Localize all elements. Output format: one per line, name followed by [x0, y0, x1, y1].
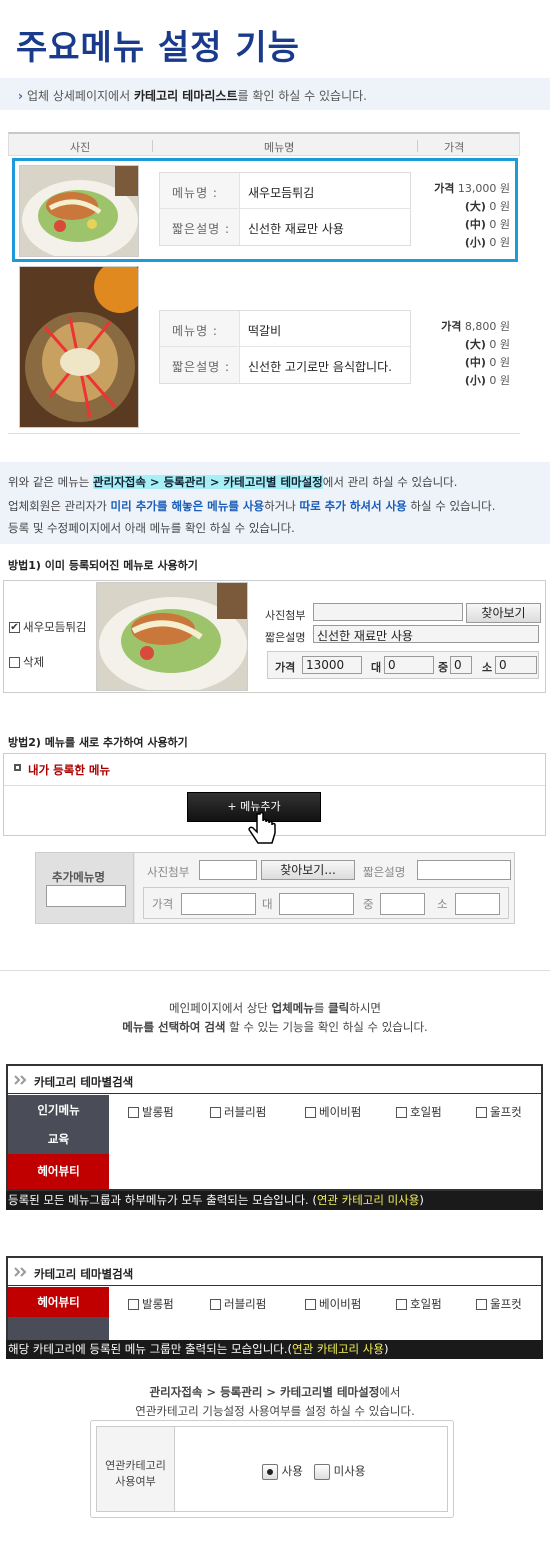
category-search-panel: 카테고리 테마별검색 인기메뉴 교육 헤어뷰티 발롱펌 러블리펌 베이비펌 호일… — [6, 1064, 543, 1191]
food-photo — [19, 266, 139, 428]
food-photo — [19, 165, 139, 257]
desc-label: 짧은설명 — [363, 865, 406, 879]
photo-label: 사진첨부 — [265, 609, 306, 622]
photo-label: 사진첨부 — [147, 865, 190, 879]
my-menu-title: 내가 등록한 메뉴 — [28, 763, 111, 777]
price-block: 가격 8,800 원 (大) 0 원 (中) 0 원 (小) 0 원 — [441, 320, 510, 387]
menu-checkbox[interactable]: ✔ 새우모듬튀김 — [9, 619, 86, 635]
desc-value: 신선한 고기로만 음식합니다. — [248, 360, 392, 374]
desc-label: 짧은설명 : — [172, 360, 231, 374]
browse-button[interactable]: 찾아보기 — [466, 603, 541, 623]
header-photo: 사진 — [70, 141, 91, 154]
menu-name-value: 떡갈비 — [248, 324, 282, 338]
desc-value: 신선한 재료만 사용 — [248, 222, 344, 236]
medium-price-input[interactable]: 0 — [450, 656, 472, 674]
method2-box: 내가 등록한 메뉴 + 메뉴추가 — [3, 753, 546, 844]
option-checkbox[interactable]: 베이비펌 — [305, 1296, 361, 1312]
menu-info-box: 메뉴명 : 새우모듬튀김 짧은설명 : 신선한 재료만 사용 — [159, 172, 411, 246]
new-menu-input[interactable] — [46, 885, 126, 907]
option-checkbox[interactable]: 러블리펌 — [210, 1104, 266, 1120]
menu-name-label: 메뉴명 : — [172, 324, 218, 338]
table-header: 사진 메뉴명 가격 — [8, 132, 520, 156]
menu-photo — [96, 582, 248, 691]
small-price-input[interactable]: 0 — [495, 656, 537, 674]
category-search-panel: 카테고리 테마별검색 헤어뷰티 발롱펌 러블리펌 베이비펌 호일펌 울프컷 — [6, 1256, 543, 1342]
medium-price-input[interactable] — [380, 893, 425, 915]
option-checkbox[interactable]: 울프컷 — [476, 1104, 522, 1120]
option-checkbox[interactable]: 발롱펌 — [128, 1296, 174, 1312]
option-checkbox[interactable]: 러블리펌 — [210, 1296, 266, 1312]
setting-label: 연관카테고리 — [105, 1459, 166, 1472]
arrow-icon: › — [18, 89, 23, 103]
intro-suffix: 를 확인 하실 수 있습니다. — [237, 89, 367, 103]
nouse-radio[interactable]: 미사용 — [314, 1463, 365, 1480]
desc-label: 짧은설명 — [265, 631, 306, 644]
browse-button[interactable]: 찾아보기... — [261, 860, 355, 880]
method2-title: 방법2) 메뉴를 새로 추가하여 사용하기 — [8, 736, 188, 749]
photo-input[interactable] — [199, 860, 257, 880]
caption-bar: 등록된 모든 메뉴그룹과 하부메뉴가 모두 출력되는 모습입니다. (연관 카테… — [6, 1191, 543, 1210]
option-checkbox[interactable]: 울프컷 — [476, 1296, 522, 1312]
desc-input[interactable] — [417, 860, 511, 880]
double-chevron-icon — [14, 1267, 27, 1277]
divider — [8, 433, 520, 434]
price-input[interactable]: 13000 — [302, 656, 362, 674]
option-checkbox[interactable]: 호일펌 — [396, 1104, 442, 1120]
side-item-education[interactable]: 교육 — [8, 1125, 109, 1154]
main-info-2: 메뉴를 선택하여 검색 할 수 있는 기능을 확인 하실 수 있습니다. — [122, 1020, 428, 1034]
small-price-input[interactable] — [455, 893, 500, 915]
desc-input[interactable]: 신선한 재료만 사용 — [313, 625, 539, 643]
caption-bar: 해당 카테고리에 등록된 메뉴 그룹만 출력되는 모습입니다.(연관 카테고리 … — [6, 1340, 543, 1359]
desc-label: 짧은설명 : — [172, 222, 231, 236]
price-input[interactable] — [181, 893, 256, 915]
intro-banner: › 업체 상세페이지에서 카테고리 테마리스트를 확인 하실 수 있습니다. — [0, 78, 550, 110]
option-checkbox[interactable]: 발롱펌 — [128, 1104, 174, 1120]
menu-name-label: 메뉴명 : — [172, 186, 218, 200]
menu-info-box: 메뉴명 : 떡갈비 짧은설명 : 신선한 고기로만 음식합니다. — [159, 310, 411, 384]
method1-title: 방법1) 이미 등록되어진 메뉴로 사용하기 — [8, 559, 198, 572]
intro-text: 업체 상세페이지에서 — [26, 89, 134, 103]
setting-box: 연관카테고리 사용여부 사용 미사용 — [90, 1420, 454, 1518]
side-item-hairbeauty[interactable]: 헤어뷰티 — [8, 1154, 109, 1189]
divider — [0, 970, 550, 971]
large-price-input[interactable] — [279, 893, 354, 915]
menu-name-value: 새우모듬튀김 — [248, 186, 315, 200]
setting-info: 관리자접속 > 등록관리 > 카테고리별 테마설정에서 — [149, 1385, 401, 1399]
side-item-hairbeauty[interactable]: 헤어뷰티 — [8, 1287, 109, 1317]
setting-label-2: 사용여부 — [115, 1475, 156, 1488]
double-chevron-icon — [14, 1075, 27, 1085]
option-checkbox[interactable]: 베이비펌 — [305, 1104, 361, 1120]
method1-box: ✔ 새우모듬튀김 삭제 사진첨부 찾아보기 짧은설명 신선한 재료만 사용 가격 … — [3, 580, 546, 693]
use-radio[interactable]: 사용 — [262, 1463, 303, 1480]
option-checkbox[interactable]: 호일펌 — [396, 1296, 442, 1312]
large-price-input[interactable]: 0 — [384, 656, 434, 674]
add-menu-form: 추가메뉴명 사진첨부 찾아보기... 짧은설명 가격 대 중 소 — [35, 852, 515, 924]
main-info: 메인페이지에서 상단 업체메뉴를 클릭하시면 — [168, 1001, 382, 1015]
setting-info-2: 연관카테고리 기능설정 사용여부를 설정 하실 수 있습니다. — [135, 1404, 415, 1418]
photo-input[interactable] — [313, 603, 463, 621]
header-menu: 메뉴명 — [264, 141, 295, 154]
side-item-popular[interactable]: 인기메뉴 — [8, 1095, 109, 1125]
intro-bold: 카테고리 테마리스트 — [133, 89, 238, 103]
hand-cursor-icon — [248, 812, 276, 844]
new-menu-label: 추가메뉴명 — [52, 870, 105, 884]
delete-checkbox[interactable]: 삭제 — [9, 654, 44, 670]
header-price: 가격 — [444, 141, 465, 154]
page-title: 주요메뉴 설정 기능 — [16, 28, 300, 68]
price-block: 가격 13,000 원 (大) 0 원 (中) 0 원 (小) 0 원 — [434, 182, 510, 249]
info-box: 위와 같은 메뉴는 관리자접속 > 등록관리 > 카테고리별 테마설정에서 관리… — [0, 462, 550, 544]
square-icon — [14, 764, 21, 771]
